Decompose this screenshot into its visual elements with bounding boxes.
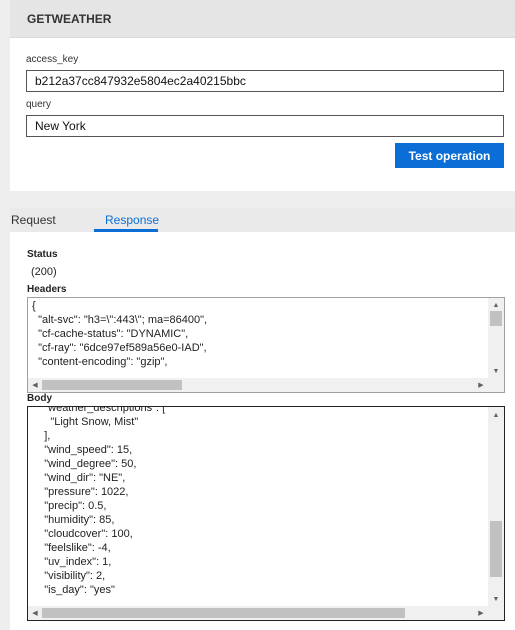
operation-panel: GETWEATHER access_key b212a37cc847932e58… [10,0,515,191]
scroll-down-icon[interactable]: ▼ [488,596,504,603]
result-panel: Request Response Status (200) Headers { … [10,208,515,630]
scroll-left-icon[interactable]: ◀ [29,610,41,617]
status-label: Status [27,249,58,260]
headers-vscroll-thumb[interactable] [490,311,502,326]
tab-response[interactable]: Response [105,213,159,227]
selected-tab-indicator [94,229,158,232]
headers-line: "content-encoding": "gzip", [32,356,168,368]
body-content: "weather_descriptions": [ "Light Snow, M… [28,406,488,606]
tab-request[interactable]: Request [11,213,56,227]
body-line: "Light Snow, Mist" [32,416,139,428]
body-line: "cloudcover": 100, [32,528,133,540]
scroll-right-icon[interactable]: ▶ [475,382,487,389]
headers-textarea[interactable]: { "alt-svc": "h3=\":443\"; ma=86400", "c… [27,297,505,393]
headers-label: Headers [27,284,67,295]
body-horizontal-scrollbar[interactable]: ◀ ▶ [28,606,488,620]
body-line: "visibility": 2, [32,570,106,582]
scrollbar-corner [488,606,504,620]
query-input[interactable]: New York [26,115,504,137]
body-line: "feelslike": -4, [32,542,111,554]
scrollbar-corner [488,378,504,392]
headers-hscroll-thumb[interactable] [42,380,182,390]
access-key-input[interactable]: b212a37cc847932e5804ec2a40215bbc [26,70,504,92]
body-textarea[interactable]: "weather_descriptions": [ "Light Snow, M… [27,406,505,621]
access-key-label: access_key [26,54,79,65]
body-line: "wind_dir": "NE", [32,472,126,484]
scroll-down-icon[interactable]: ▼ [488,368,504,375]
body-line: "is_day": "yes" [32,584,115,596]
body-line: "pressure": 1022, [32,486,129,498]
body-line: "precip": 0.5, [32,500,107,512]
headers-line: { [32,300,36,312]
body-label: Body [27,393,52,404]
result-tabs: Request Response [10,208,515,232]
headers-horizontal-scrollbar[interactable]: ◀ ▶ [28,378,488,392]
body-line: "wind_degree": 50, [32,458,137,470]
operation-title: GETWEATHER [10,0,515,38]
body-vscroll-thumb[interactable] [490,521,502,577]
headers-line: "alt-svc": "h3=\":443\"; ma=86400", [32,314,208,326]
test-operation-button[interactable]: Test operation [395,143,504,168]
body-line: "weather_descriptions": [ [32,406,166,414]
body-line: "uv_index": 1, [32,556,112,568]
body-vertical-scrollbar[interactable]: ▲ ▼ [488,407,504,606]
query-label: query [26,99,52,110]
headers-content: { "alt-svc": "h3=\":443\"; ma=86400", "c… [28,298,488,378]
headers-vertical-scrollbar[interactable]: ▲ ▼ [488,298,504,378]
scroll-up-icon[interactable]: ▲ [488,412,504,419]
scroll-right-icon[interactable]: ▶ [475,610,487,617]
headers-line: "cf-ray": "6dce97ef589a56e0-IAD", [32,342,207,354]
body-line: "humidity": 85, [32,514,115,526]
headers-line: "cf-cache-status": "DYNAMIC", [32,328,189,340]
body-line: ], [32,430,51,442]
scroll-up-icon[interactable]: ▲ [488,302,504,309]
status-value: (200) [31,266,57,278]
scroll-left-icon[interactable]: ◀ [29,382,41,389]
body-hscroll-thumb[interactable] [42,608,405,618]
body-line: "wind_speed": 15, [32,444,133,456]
